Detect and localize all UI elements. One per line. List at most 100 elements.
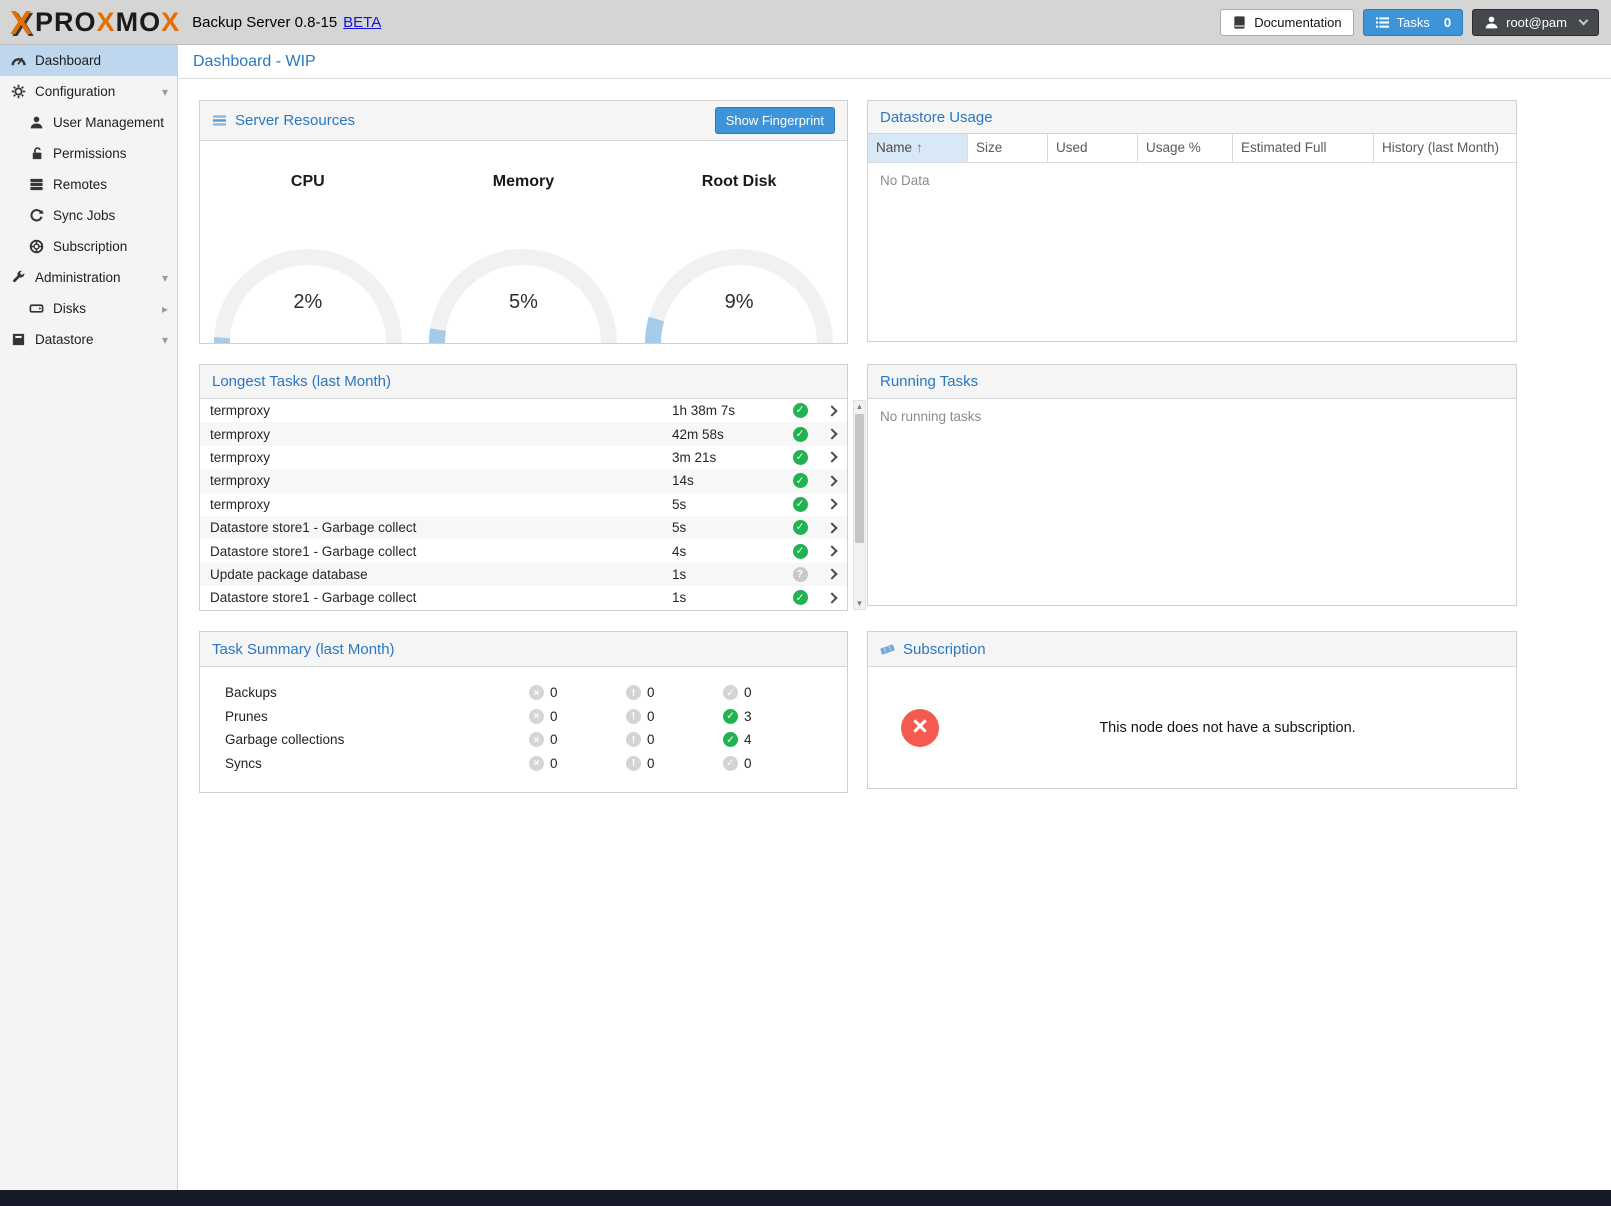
task-status: ✓ — [781, 520, 819, 535]
dashboard-icon — [10, 53, 27, 68]
column-header-used[interactable]: Used — [1048, 134, 1138, 162]
open-task-button[interactable] — [819, 524, 847, 532]
summary-warning-count: 0 — [647, 756, 655, 771]
task-status: ✓ — [781, 450, 819, 465]
status-ok-icon: ✓ — [793, 473, 808, 488]
column-header-label: Size — [976, 140, 1002, 155]
book-icon — [1232, 15, 1247, 30]
summary-row-garbage-collections: Garbage collections×0!0✓4 — [200, 728, 847, 752]
task-row[interactable]: termproxy42m 58s✓ — [200, 422, 847, 445]
no-subscription-icon: × — [901, 709, 939, 747]
gauge-label: CPU — [291, 173, 325, 191]
task-row[interactable]: termproxy5s✓ — [200, 493, 847, 516]
sidebar-item-label: Sync Jobs — [53, 208, 115, 223]
status-ok-icon: ✓ — [723, 732, 738, 747]
topbar-actions: Documentation Tasks 0 root@pam — [1220, 9, 1599, 36]
open-task-button[interactable] — [819, 477, 847, 485]
status-ok-icon: ✓ — [793, 497, 808, 512]
task-row[interactable]: Datastore store1 - Garbage collect1s✓ — [200, 586, 847, 609]
status-ok-icon: ✓ — [793, 403, 808, 418]
summary-error-count: 0 — [550, 756, 558, 771]
sync-icon — [28, 208, 45, 223]
running-tasks-empty-text: No running tasks — [868, 399, 1516, 434]
sidebar-item-permissions[interactable]: Permissions — [0, 138, 177, 169]
column-header-name[interactable]: Name↑ — [868, 134, 968, 162]
chevron-down-icon: ▾ — [162, 333, 168, 347]
sidebar-item-administration[interactable]: Administration▾ — [0, 262, 177, 293]
summary-ok-cell: ✓0 — [723, 685, 820, 700]
sort-ascending-icon: ↑ — [916, 140, 923, 155]
datastore-icon — [10, 332, 27, 347]
summary-row-backups: Backups×0!0✓0 — [200, 681, 847, 705]
column-header-estimated-full[interactable]: Estimated Full — [1233, 134, 1374, 162]
column-header-history-last-month[interactable]: History (last Month) — [1374, 134, 1516, 162]
open-task-button[interactable] — [819, 547, 847, 555]
summary-row-prunes: Prunes×0!0✓3 — [200, 705, 847, 729]
column-header-label: History (last Month) — [1382, 140, 1499, 155]
sidebar-item-subscription[interactable]: Subscription — [0, 231, 177, 262]
task-status: ✓ — [781, 473, 819, 488]
datastore-usage-title: Datastore Usage — [880, 109, 993, 126]
task-row[interactable]: Datastore store1 - Garbage collect4s✓ — [200, 539, 847, 562]
summary-ok-count: 0 — [744, 685, 752, 700]
documentation-button[interactable]: Documentation — [1220, 9, 1353, 36]
sidebar-item-label: Permissions — [53, 146, 127, 161]
task-name: termproxy — [200, 403, 672, 418]
column-header-label: Usage % — [1146, 140, 1201, 155]
longest-tasks-title: Longest Tasks (last Month) — [212, 373, 391, 390]
task-row[interactable]: Datastore store1 - Garbage collect5s✓ — [200, 516, 847, 539]
user-menu-button[interactable]: root@pam — [1472, 9, 1599, 36]
summary-warning-count: 0 — [647, 709, 655, 724]
user-icon — [1484, 15, 1499, 30]
status-warning-icon: ! — [626, 709, 641, 724]
tasks-button[interactable]: Tasks 0 — [1363, 9, 1463, 36]
datastore-usage-panel: Datastore Usage Name↑ Size Used Usage % Esti… — [867, 100, 1517, 342]
page-title: Dashboard - WIP — [179, 45, 1611, 79]
open-task-button[interactable] — [819, 594, 847, 602]
summary-warning-count: 0 — [647, 685, 655, 700]
task-row[interactable]: Update package database1s? — [200, 563, 847, 586]
scrollbar-thumb[interactable] — [855, 414, 864, 543]
task-summary-title: Task Summary (last Month) — [212, 641, 395, 658]
open-task-button[interactable] — [819, 453, 847, 461]
scrollbar-down-icon[interactable]: ▼ — [854, 598, 865, 609]
task-row[interactable]: termproxy14s✓ — [200, 469, 847, 492]
open-task-button[interactable] — [819, 430, 847, 438]
sidebar-item-sync-jobs[interactable]: Sync Jobs — [0, 200, 177, 231]
status-ok-icon: ✓ — [793, 590, 808, 605]
task-row[interactable]: termproxy1h 38m 7s✓ — [200, 399, 847, 422]
column-header-usage[interactable]: Usage % — [1138, 134, 1233, 162]
gauge-label: Memory — [493, 173, 554, 191]
status-warning-icon: ! — [626, 756, 641, 771]
sidebar-item-dashboard[interactable]: Dashboard — [0, 45, 177, 76]
chevron-right-icon — [826, 428, 837, 439]
beta-link[interactable]: BETA — [343, 14, 381, 31]
tasks-scrollbar[interactable]: ▲ ▼ — [853, 400, 866, 610]
task-summary-panel: Task Summary (last Month) Backups×0!0✓0P… — [199, 631, 848, 793]
summary-ok-count: 3 — [744, 709, 752, 724]
summary-error-cell: ×0 — [529, 732, 626, 747]
sidebar-item-configuration[interactable]: Configuration▾ — [0, 76, 177, 107]
status-error-icon: × — [529, 685, 544, 700]
open-task-button[interactable] — [819, 570, 847, 578]
scrollbar-up-icon[interactable]: ▲ — [854, 401, 865, 412]
summary-error-count: 0 — [550, 685, 558, 700]
documentation-button-label: Documentation — [1254, 15, 1341, 30]
sidebar-item-remotes[interactable]: Remotes — [0, 169, 177, 200]
sidebar-item-disks[interactable]: Disks▸ — [0, 293, 177, 324]
status-error-icon: × — [529, 709, 544, 724]
sidebar-item-datastore[interactable]: Datastore▾ — [0, 324, 177, 355]
open-task-button[interactable] — [819, 407, 847, 415]
gears-icon — [10, 84, 27, 99]
task-row[interactable]: termproxy3m 21s✓ — [200, 446, 847, 469]
task-status: ✓ — [781, 590, 819, 605]
open-task-button[interactable] — [819, 500, 847, 508]
column-header-label: Used — [1056, 140, 1088, 155]
summary-error-cell: ×0 — [529, 709, 626, 724]
show-fingerprint-button[interactable]: Show Fingerprint — [715, 107, 835, 134]
chevron-right-icon: ▸ — [162, 302, 168, 316]
status-error-icon: × — [529, 732, 544, 747]
sidebar-item-user-management[interactable]: User Management — [0, 107, 177, 138]
column-header-size[interactable]: Size — [968, 134, 1048, 162]
chevron-right-icon — [826, 452, 837, 463]
